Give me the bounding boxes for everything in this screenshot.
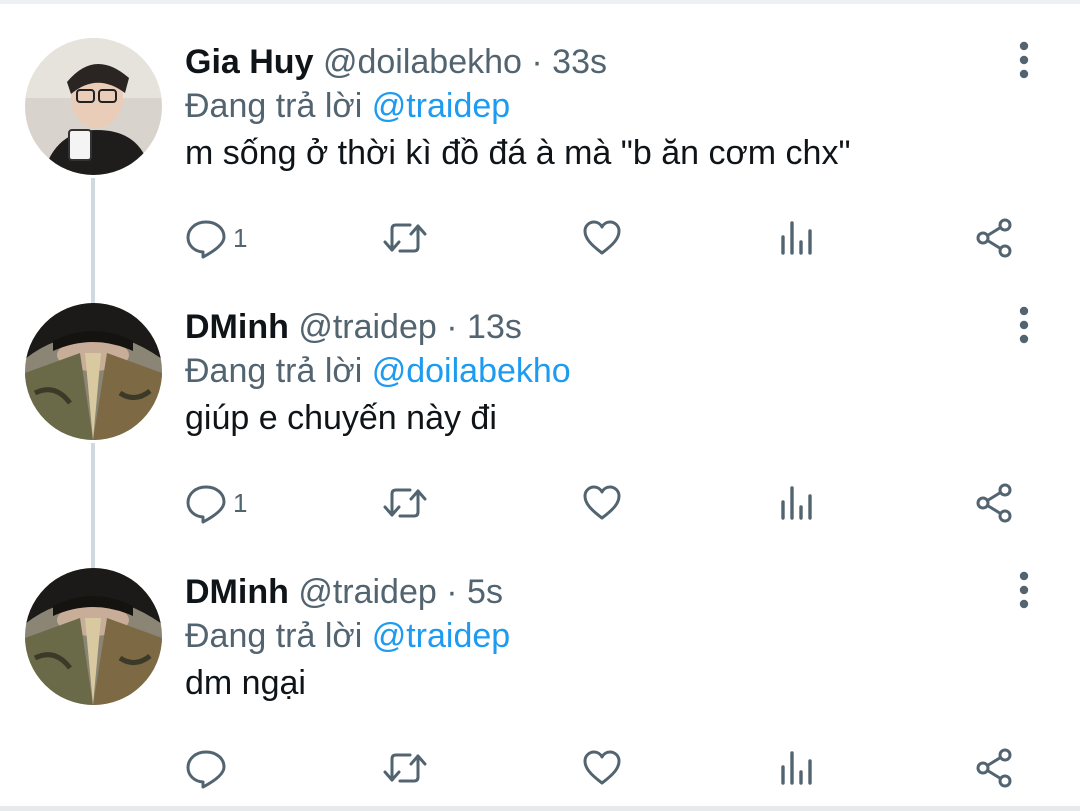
- retweet-icon: [383, 753, 427, 783]
- views-button[interactable]: [779, 215, 815, 261]
- more-vertical-icon: [1019, 571, 1029, 609]
- separator-dot: ·: [446, 573, 458, 611]
- tweet-text: m sống ở thời kì đồ đá à mà "b ăn cơm ch…: [185, 134, 851, 172]
- share-button[interactable]: [974, 745, 1016, 791]
- user-handle[interactable]: @traidep: [298, 308, 436, 346]
- avatar[interactable]: [25, 38, 162, 175]
- separator-dot: ·: [531, 43, 543, 81]
- display-name[interactable]: Gia Huy: [185, 43, 313, 81]
- display-name[interactable]: DMinh: [185, 573, 289, 611]
- tweet-content: Gia Huy @doilabekho · 33s Đang trả lời @…: [185, 40, 1005, 175]
- timestamp[interactable]: 5s: [467, 573, 503, 611]
- more-vertical-icon: [1019, 306, 1029, 344]
- tweet-header: DMinh @traidep · 5s: [185, 570, 1005, 614]
- retweet-icon: [383, 488, 427, 518]
- analytics-icon: [781, 486, 812, 520]
- replying-to-label: Đang trả lời: [185, 617, 363, 655]
- reply-button[interactable]: 1: [185, 480, 247, 526]
- like-button[interactable]: [581, 745, 623, 791]
- reply-button[interactable]: [185, 745, 233, 791]
- tweet-actions: 1: [185, 480, 1025, 526]
- replying-to: Đang trả lời @traidep: [185, 614, 1005, 658]
- views-button[interactable]: [779, 480, 815, 526]
- share-icon: [976, 483, 1012, 523]
- replying-to-label: Đang trả lời: [185, 352, 363, 390]
- like-button[interactable]: [581, 480, 623, 526]
- share-button[interactable]: [974, 480, 1016, 526]
- avatar[interactable]: [25, 568, 162, 705]
- analytics-icon: [781, 221, 812, 255]
- more-vertical-icon: [1019, 41, 1029, 79]
- analytics-icon: [781, 751, 812, 785]
- retweet-button[interactable]: [382, 480, 428, 526]
- reply-button[interactable]: 1: [185, 215, 247, 261]
- timestamp[interactable]: 13s: [467, 308, 522, 346]
- replying-to: Đang trả lời @doilabekho: [185, 349, 1005, 393]
- reply-count: 1: [233, 487, 248, 518]
- tweet-header: DMinh @traidep · 13s: [185, 305, 1005, 349]
- reply-icon: [186, 220, 226, 259]
- tweet-text: giúp e chuyến này đi: [185, 399, 497, 437]
- replying-to-label: Đang trả lời: [185, 87, 363, 125]
- heart-icon: [583, 485, 621, 520]
- retweet-button[interactable]: [382, 745, 428, 791]
- share-icon: [976, 218, 1012, 258]
- tweet-actions: 1: [185, 215, 1025, 261]
- tweet-content: DMinh @traidep · 5s Đang trả lời @traide…: [185, 570, 1005, 705]
- tweet[interactable]: Gia Huy @doilabekho · 33s Đang trả lời @…: [0, 0, 1080, 265]
- user-handle[interactable]: @traidep: [298, 573, 436, 611]
- heart-icon: [583, 220, 621, 255]
- heart-icon: [583, 750, 621, 785]
- like-button[interactable]: [581, 215, 623, 261]
- reply-icon: [186, 750, 226, 789]
- mention-link[interactable]: @traidep: [372, 617, 510, 655]
- tweet-text: dm ngại: [185, 664, 306, 702]
- display-name[interactable]: DMinh: [185, 308, 289, 346]
- more-options-button[interactable]: [1010, 305, 1038, 345]
- avatar[interactable]: [25, 303, 162, 440]
- replying-to: Đang trả lời @traidep: [185, 84, 1005, 128]
- mention-link[interactable]: @traidep: [372, 87, 510, 125]
- reply-count: 1: [233, 222, 248, 253]
- tweet-content: DMinh @traidep · 13s Đang trả lời @doila…: [185, 305, 1005, 440]
- more-options-button[interactable]: [1010, 570, 1038, 610]
- bottom-divider: [0, 806, 1080, 811]
- user-handle[interactable]: @doilabekho: [323, 43, 522, 81]
- share-button[interactable]: [974, 215, 1016, 261]
- retweet-icon: [383, 223, 427, 253]
- tweet[interactable]: DMinh @traidep · 13s Đang trả lời @doila…: [0, 265, 1080, 530]
- tweet[interactable]: DMinh @traidep · 5s Đang trả lời @traide…: [0, 530, 1080, 795]
- mention-link[interactable]: @doilabekho: [372, 352, 571, 390]
- retweet-button[interactable]: [382, 215, 428, 261]
- tweet-actions: [185, 745, 1025, 791]
- more-options-button[interactable]: [1010, 40, 1038, 80]
- reply-icon: [186, 485, 226, 524]
- tweet-header: Gia Huy @doilabekho · 33s: [185, 40, 1005, 84]
- separator-dot: ·: [446, 308, 458, 346]
- timestamp[interactable]: 33s: [552, 43, 607, 81]
- views-button[interactable]: [779, 745, 815, 791]
- share-icon: [976, 748, 1012, 788]
